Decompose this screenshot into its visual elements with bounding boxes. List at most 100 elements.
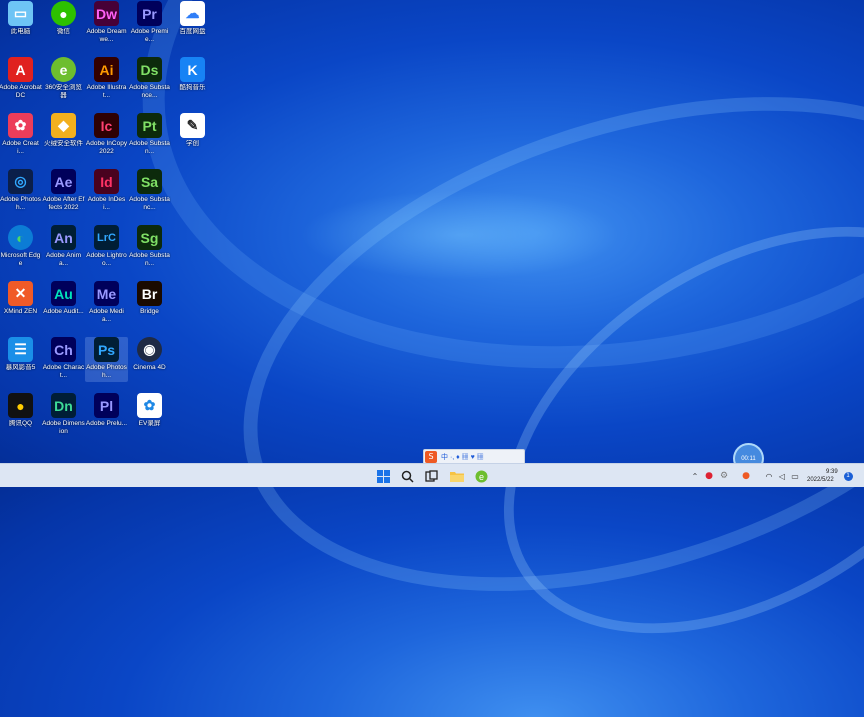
desktop-icon-label: Adobe Anima...: [45, 252, 82, 267]
desktop-icon[interactable]: ☁ 百度网盘: [171, 1, 214, 36]
tray-app-1[interactable]: ●: [703, 467, 715, 485]
desktop-icon[interactable]: e 360安全浏览器: [42, 57, 85, 100]
desktop-icon[interactable]: Pr Adobe Premie...: [128, 1, 171, 44]
clock-date: 2022/5/22: [807, 477, 834, 483]
network-button[interactable]: ◠: [763, 467, 775, 485]
indesign-icon: Id: [94, 169, 119, 194]
desktop-icon-label: Microsoft Edge: [0, 252, 41, 267]
qq-icon: ●: [8, 393, 33, 418]
audition-icon: Au: [51, 281, 76, 306]
dreamweaver-icon: Dw: [94, 1, 119, 26]
tray-app-2[interactable]: ⚙: [718, 467, 730, 485]
desktop-icon[interactable]: Ps Adobe Photosh...: [85, 337, 128, 382]
desktop-icon[interactable]: Sg Adobe Substan...: [128, 225, 171, 268]
task-view-button[interactable]: [422, 467, 440, 485]
desktop-icon[interactable]: Br Bridge: [128, 281, 171, 316]
desktop-icon[interactable]: ◐ Microsoft Edge: [0, 225, 42, 268]
edge-icon: ◐: [8, 225, 33, 250]
media-encoder-icon: Me: [94, 281, 119, 306]
animate-icon: An: [51, 225, 76, 250]
desktop-icon-label: 360安全浏览器: [45, 84, 82, 99]
substance-designer-icon: Ds: [137, 57, 162, 82]
notification-button[interactable]: 1: [842, 467, 854, 485]
desktop-icon-label: Adobe Creati...: [2, 140, 39, 155]
desktop-icon-label: Adobe Illustrat...: [86, 84, 127, 99]
desktop-icon-label: Adobe Acrobat DC: [0, 84, 42, 99]
desktop-icon[interactable]: ◎ Adobe Photosh...: [0, 169, 42, 212]
desktop-icon[interactable]: A Adobe Acrobat DC: [0, 57, 42, 100]
start-button[interactable]: [374, 467, 392, 485]
baofeng-icon: ☰: [8, 337, 33, 362]
kugou-icon: K: [180, 57, 205, 82]
svg-text:e: e: [478, 472, 483, 482]
wechat-icon: ●: [51, 1, 76, 26]
desktop-icon[interactable]: Ai Adobe Illustrat...: [85, 57, 128, 100]
desktop-icon[interactable]: LrC Adobe Lightroo...: [85, 225, 128, 268]
desktop-icon[interactable]: Dw Adobe Dreamwe...: [85, 1, 128, 44]
character-animator-icon: Ch: [51, 337, 76, 362]
wallpaper-swirl: [180, 6, 864, 682]
battery-icon: ▭: [791, 471, 799, 481]
substance-sampler-icon: Sa: [137, 169, 162, 194]
desktop-icon[interactable]: ✿ Adobe Creati...: [0, 113, 42, 156]
search-button[interactable]: [398, 467, 416, 485]
cinema4d-icon: ◉: [137, 337, 162, 362]
desktop-icon[interactable]: Au Adobe Audit...: [42, 281, 85, 316]
baidu-netdisk-icon: ☁: [180, 1, 205, 26]
desktop-icon-label: Bridge: [140, 308, 159, 315]
desktop-icon[interactable]: Pl Adobe Prelu...: [85, 393, 128, 428]
xmind-icon: ✕: [8, 281, 33, 306]
creative-cloud-icon: ✿: [8, 113, 33, 138]
volume-button[interactable]: ◁: [776, 467, 788, 485]
battery-button[interactable]: ▭: [789, 467, 801, 485]
desktop-icon[interactable]: ✎ 学创: [171, 113, 214, 148]
desktop-icon[interactable]: ◆ 火绒安全软件: [42, 113, 85, 148]
desktop-icon[interactable]: ● 微信: [42, 1, 85, 36]
desktop-icon[interactable]: K 酷狗音乐: [171, 57, 214, 92]
desktop-icon-label: Adobe Photosh...: [0, 196, 41, 211]
desktop-icon[interactable]: Ch Adobe Charact...: [42, 337, 85, 380]
desktop-icon[interactable]: Ae Adobe After Effects 2022: [42, 169, 85, 212]
file-explorer-button[interactable]: [448, 467, 466, 485]
browser-taskbar-button[interactable]: e: [472, 467, 490, 485]
windows-icon: [376, 469, 390, 483]
desktop-icon[interactable]: Dn Adobe Dimension: [42, 393, 85, 436]
clock-time: 9:39: [826, 469, 838, 475]
sogou-ime-icon[interactable]: S: [425, 451, 437, 463]
tray-app-icon: ●: [705, 471, 713, 481]
desktop-icon[interactable]: Ic Adobe InCopy 2022: [85, 113, 128, 156]
desktop-icon-label: Adobe Substan...: [129, 140, 170, 155]
bubble-label: 00:11: [741, 455, 756, 462]
desktop-icon[interactable]: ● 腾讯QQ: [0, 393, 42, 428]
desktop-icon[interactable]: ▭ 此电脑: [0, 1, 42, 36]
desktop-icon-label: 百度网盘: [179, 28, 206, 35]
desktop-icon[interactable]: Me Adobe Media...: [85, 281, 128, 324]
desktop-icon[interactable]: ✿ EV录屏: [128, 393, 171, 428]
taskbar: e ⌃ ● ⚙ ● ◠ ◁ ▭ 9:39 2022/5/22 1: [0, 463, 864, 487]
desktop-icon-label: Adobe Charact...: [42, 364, 85, 379]
desktop-icon[interactable]: Ds Adobe Substance...: [128, 57, 171, 100]
desktop-icon[interactable]: An Adobe Anima...: [42, 225, 85, 268]
settings-icon: ⚙: [719, 471, 729, 481]
desktop-icon-label: Adobe Dimension: [42, 420, 85, 435]
desktop-icon-label: Cinema 4D: [133, 364, 166, 371]
desktop-icon-label: Adobe Substance...: [129, 84, 170, 99]
tray-app-3[interactable]: ●: [740, 467, 752, 485]
desktop-icon[interactable]: Id Adobe InDesi...: [85, 169, 128, 212]
wallpaper-glow: [300, 190, 620, 280]
desktop-icon[interactable]: Sa Adobe Substanc...: [128, 169, 171, 212]
tray-overflow-button[interactable]: ⌃: [690, 467, 700, 485]
wallpaper-swirl: [430, 142, 864, 717]
desktop-icon[interactable]: ☰ 暴风影音5: [0, 337, 42, 372]
desktop-icon-label: Adobe After Effects 2022: [42, 196, 85, 211]
substance-painter-icon: Pt: [137, 113, 162, 138]
desktop-icon[interactable]: ✕ XMind ZEN: [0, 281, 42, 316]
clock[interactable]: 9:39 2022/5/22: [804, 467, 840, 485]
desktop-icon-label: 酷狗音乐: [179, 84, 206, 91]
desktop-icon[interactable]: ◉ Cinema 4D: [128, 337, 171, 372]
desktop-icon-label: 腾讯QQ: [8, 420, 33, 427]
desktop-icon[interactable]: Pt Adobe Substan...: [128, 113, 171, 156]
360-browser-icon: e: [51, 57, 76, 82]
volume-icon: ◁: [778, 471, 786, 481]
dimension-icon: Dn: [51, 393, 76, 418]
